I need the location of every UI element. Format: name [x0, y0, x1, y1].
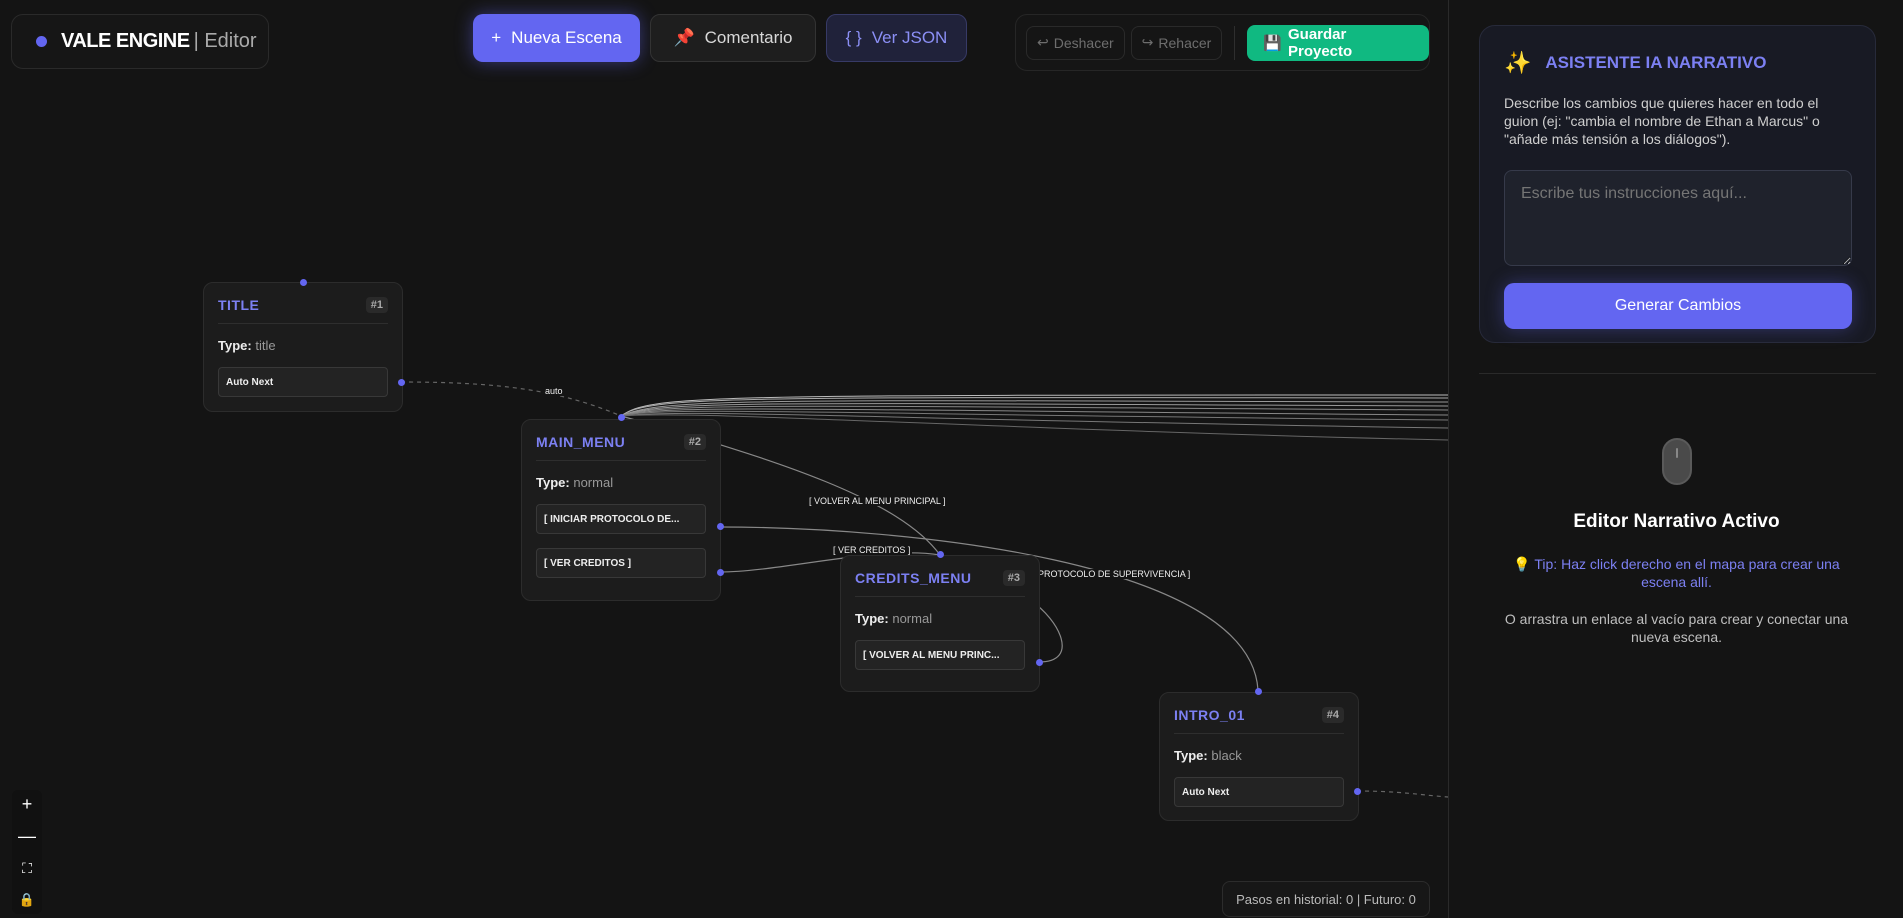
editor-tip-text: Tip: Haz click derecho en el mapa para c…: [1534, 556, 1840, 590]
node-type-value: black: [1211, 748, 1242, 763]
zoom-out-icon[interactable]: —: [12, 822, 42, 850]
node-id-badge: #3: [1002, 570, 1025, 586]
undo-button[interactable]: ↩ Deshacer: [1026, 25, 1125, 60]
edge-bundle: [620, 394, 1448, 417]
node-header: MAIN_MENU #2: [536, 434, 706, 461]
output-handle[interactable]: [1036, 659, 1043, 666]
input-handle[interactable]: [300, 279, 307, 286]
zoom-in-icon[interactable]: +: [12, 790, 42, 818]
node-type-label: Type:: [218, 338, 252, 353]
flow-canvas[interactable]: auto [ VOLVER AL MENU PRINCIPAL ] [ VER …: [0, 0, 1448, 918]
edge-label-volver: [ VOLVER AL MENU PRINCIPAL ]: [807, 496, 948, 506]
plus-icon: +: [491, 28, 502, 47]
input-handle[interactable]: [937, 551, 944, 558]
node-id-badge: #2: [683, 434, 706, 450]
node-id-badge: #1: [365, 297, 388, 313]
redo-icon: ↪: [1141, 34, 1154, 50]
scene-node-title[interactable]: TITLE #1 Type: title Auto Next: [203, 282, 403, 412]
node-type-label: Type:: [536, 475, 570, 490]
edge-label-creditos: [ VER CREDITOS ]: [831, 545, 913, 555]
ai-instructions-input[interactable]: [1504, 170, 1852, 266]
redo-button[interactable]: ↪ Rehacer: [1130, 25, 1223, 60]
node-option[interactable]: Auto Next: [218, 367, 388, 397]
history-toolbar: ↩ Deshacer ↪ Rehacer 💾 Guardar Proyecto: [1015, 14, 1430, 71]
zoom-controls: + — ⛶ 🔒: [12, 790, 42, 914]
editor-title: Editor Narrativo Activo: [1573, 511, 1780, 532]
side-panel: ✨ ASISTENTE IA NARRATIVO Describe los ca…: [1448, 0, 1903, 918]
scene-node-credits-menu[interactable]: CREDITS_MENU #3 Type: normal [ VOLVER AL…: [840, 555, 1040, 692]
edge-intro-next: [1356, 790, 1448, 798]
output-handle[interactable]: [717, 569, 724, 576]
node-type-label: Type:: [1174, 748, 1208, 763]
node-type: Type: normal: [536, 475, 706, 490]
output-handle[interactable]: [1354, 788, 1361, 795]
braces-icon: { }: [845, 28, 862, 47]
ai-assistant-header: ✨ ASISTENTE IA NARRATIVO: [1504, 50, 1851, 76]
new-scene-button[interactable]: + Nueva Escena: [473, 14, 640, 62]
view-json-label: Ver JSON: [871, 28, 948, 47]
ai-assistant-title: ASISTENTE IA NARRATIVO: [1545, 53, 1767, 72]
edge-label-auto: auto: [543, 386, 565, 396]
save-project-button[interactable]: 💾 Guardar Proyecto: [1247, 24, 1429, 61]
output-handle[interactable]: [398, 379, 405, 386]
ai-assistant-card: ✨ ASISTENTE IA NARRATIVO Describe los ca…: [1479, 25, 1876, 343]
node-title: CREDITS_MENU: [855, 570, 972, 586]
node-type-label: Type:: [855, 611, 889, 626]
lightbulb-icon: 💡: [1513, 556, 1531, 572]
save-label: Guardar Proyecto: [1287, 25, 1353, 60]
toolbar-divider: [1234, 25, 1236, 60]
node-option[interactable]: Auto Next: [1174, 777, 1344, 807]
edge-title-main: [400, 381, 622, 417]
node-option[interactable]: [ VER CREDITOS ]: [536, 548, 706, 578]
ai-assistant-description: Describe los cambios que quieres hacer e…: [1504, 95, 1820, 147]
fit-view-icon[interactable]: ⛶: [12, 854, 42, 882]
comment-label: Comentario: [704, 28, 793, 47]
mouse-icon: [1662, 438, 1692, 485]
sparkles-icon: ✨: [1504, 50, 1532, 75]
edge-label-protocolo: PROTOCOLO DE SUPERVIVENCIA ]: [1036, 569, 1193, 579]
generate-changes-button[interactable]: Generar Cambios: [1504, 283, 1852, 329]
scene-node-intro[interactable]: INTRO_01 #4 Type: black Auto Next: [1159, 692, 1359, 821]
node-title: INTRO_01: [1174, 707, 1245, 723]
editor-tip: 💡 Tip: Haz click derecho en el mapa para…: [1499, 555, 1854, 591]
brand-name: VALE ENGINE: [61, 30, 190, 52]
node-header: TITLE #1: [218, 297, 388, 324]
editor-hint: O arrastra un enlace al vacío para crear…: [1504, 611, 1849, 645]
node-type: Type: title: [218, 338, 388, 353]
status-dot-icon: [36, 36, 47, 47]
comment-button[interactable]: 📌 Comentario: [650, 14, 816, 62]
node-id-badge: #4: [1321, 707, 1344, 723]
input-handle[interactable]: [1255, 688, 1262, 695]
brand: VALE ENGINE | Editor: [11, 14, 269, 69]
node-type-value: normal: [892, 611, 933, 626]
new-scene-label: Nueva Escena: [511, 28, 622, 47]
node-title: TITLE: [218, 297, 260, 313]
node-header: CREDITS_MENU #3: [855, 570, 1025, 597]
input-handle[interactable]: [618, 414, 625, 421]
node-type-value: normal: [573, 475, 614, 490]
node-title: MAIN_MENU: [536, 434, 626, 450]
node-type: Type: normal: [855, 611, 1025, 626]
lock-icon[interactable]: 🔒: [12, 886, 42, 914]
node-type: Type: black: [1174, 748, 1344, 763]
redo-label: Rehacer: [1158, 34, 1212, 51]
brand-sub: | Editor: [193, 30, 257, 52]
undo-icon: ↩: [1037, 34, 1049, 50]
panel-divider: [1479, 373, 1876, 374]
save-icon: 💾: [1263, 34, 1282, 52]
node-option[interactable]: [ INICIAR PROTOCOLO DE...: [536, 504, 706, 534]
view-json-button[interactable]: { } Ver JSON: [826, 14, 967, 62]
history-status: Pasos en historial: 0 | Futuro: 0: [1222, 881, 1430, 917]
node-option[interactable]: [ VOLVER AL MENU PRINC...: [855, 640, 1025, 670]
pin-icon: 📌: [673, 28, 695, 47]
scene-node-main-menu[interactable]: MAIN_MENU #2 Type: normal [ INICIAR PROT…: [521, 419, 721, 601]
undo-label: Deshacer: [1053, 34, 1114, 51]
output-handle[interactable]: [717, 523, 724, 530]
node-header: INTRO_01 #4: [1174, 707, 1344, 734]
node-type-value: title: [255, 338, 276, 353]
